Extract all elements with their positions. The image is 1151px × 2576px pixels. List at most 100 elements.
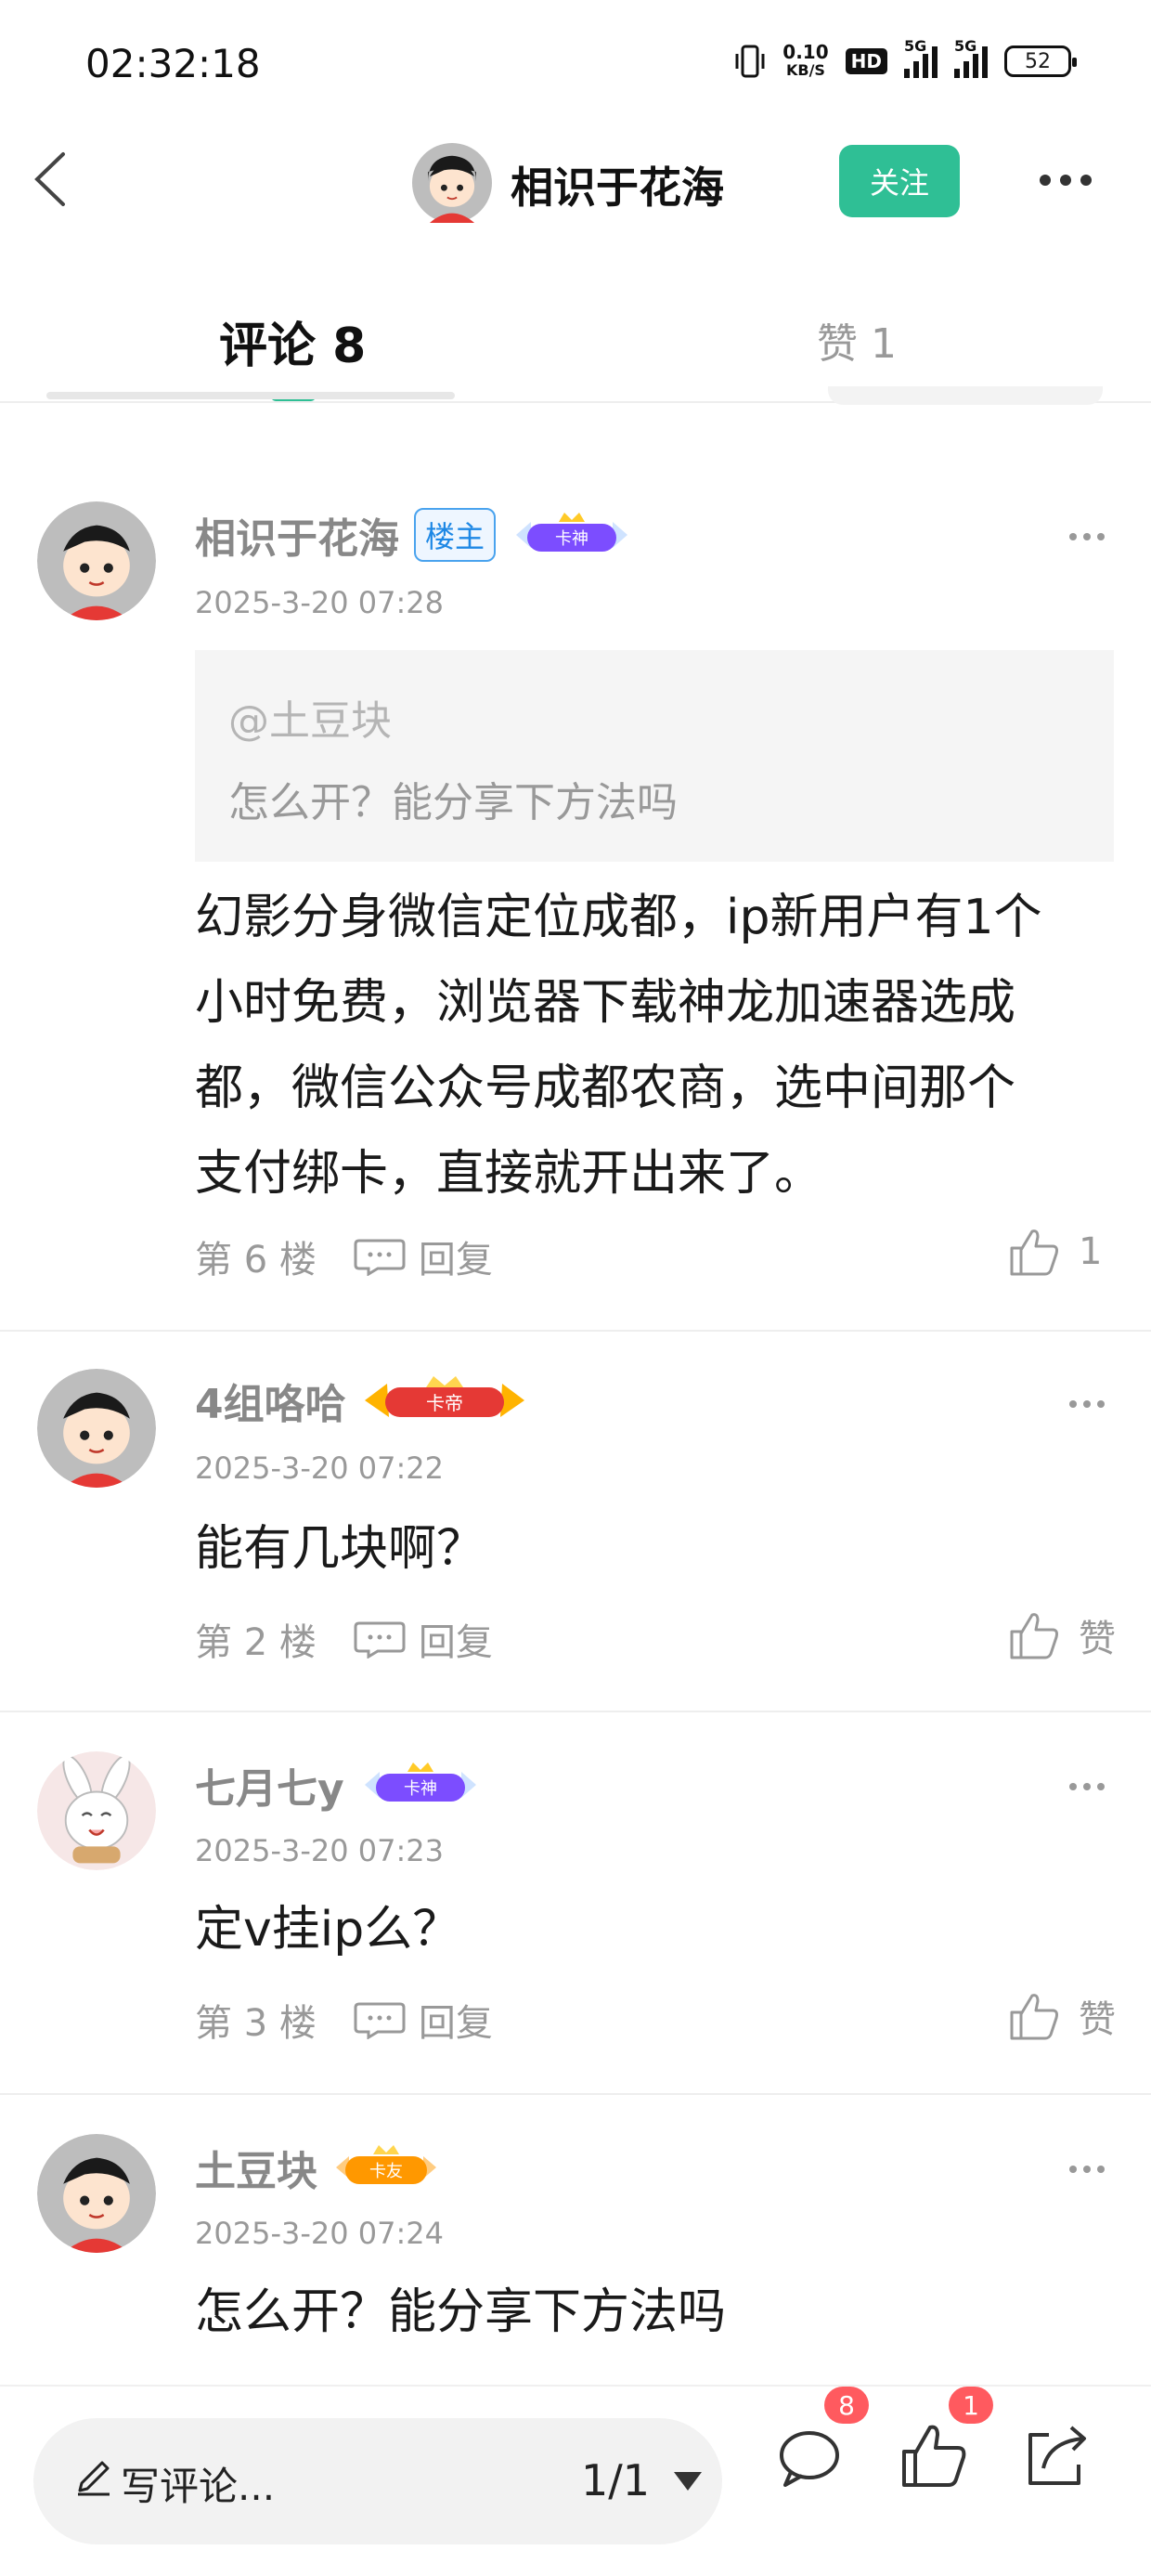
author-avatar[interactable]: [412, 143, 492, 223]
page-indicator[interactable]: 1/1: [581, 2455, 650, 2505]
like-post-button[interactable]: 1: [899, 2387, 1001, 2535]
comment-text-line: 怎么开？能分享下方法吗: [195, 2284, 727, 2340]
comment-footer: 第 6 楼 回复: [195, 1229, 493, 1283]
comment-item: 相识于花海 楼主 卡神 2025-3-20 07:28 @土豆块 怎么开？能分享…: [0, 403, 1151, 1332]
comment-footer: 第 2 楼 回复: [195, 1612, 493, 1666]
comment-time: 2025-3-20 07:23: [195, 1833, 444, 1868]
back-icon[interactable]: [28, 147, 84, 212]
pen-icon: [78, 2461, 110, 2496]
rank-badge-kashen: 卡神: [364, 1763, 476, 1802]
avatar[interactable]: [37, 501, 156, 620]
like-label: 赞: [1079, 1998, 1116, 2041]
rank-badge-kashen: 卡神: [516, 513, 628, 552]
comment-text: 定v挂ip么？: [195, 1887, 1105, 1972]
status-time: 02:32:18: [85, 41, 261, 86]
comment-item: 土豆块 卡友 2025-3-20 07:24 怎么开？能分享下方法吗: [0, 2093, 1151, 2385]
comment-text-line: 支付绑卡，直接就开出来了。: [195, 1146, 823, 1202]
quoted-user: @土豆块: [228, 697, 392, 745]
comment-item: 七月七y 卡神 2025-3-20 07:23 定v挂ip么？ 第 3 楼 回复…: [0, 1711, 1151, 2095]
comment-text-line: 小时免费，浏览器下载神龙加速器选成: [195, 975, 1016, 1031]
owner-badge: 楼主: [414, 508, 497, 562]
top-bar: 相识于花海 关注: [0, 130, 1151, 232]
rank-badge-kadi: 卡帝: [364, 1376, 524, 1417]
more-icon[interactable]: [1069, 1783, 1105, 1790]
reply-icon[interactable]: [354, 1620, 406, 1659]
reply-button[interactable]: 回复: [419, 1612, 493, 1666]
floor-number: 第 6 楼: [195, 1239, 317, 1281]
like-button[interactable]: 赞: [1008, 1608, 1116, 1662]
signal-2-label: 5G: [954, 37, 977, 55]
rank-badge-label: 卡帝: [426, 1392, 463, 1414]
comment-username[interactable]: 4组咯哈: [195, 1371, 346, 1430]
comment-header: 4组咯哈 卡帝: [195, 1371, 528, 1430]
tab-comments[interactable]: 评论 8: [219, 306, 366, 376]
comment-text-line: 都，微信公众号成都农商，选中间那个: [195, 1060, 1016, 1116]
comment-text-line: 幻影分身微信定位成都，ip新用户有1个: [195, 890, 1042, 945]
comment-text: 怎么开？能分享下方法吗: [195, 2270, 1105, 2355]
hd-badge: HD: [845, 48, 887, 74]
like-button[interactable]: 赞: [1008, 1989, 1116, 2043]
status-bar: 02:32:18 0.10 KB/S HD 5G 5G 52: [0, 0, 1151, 130]
comment-input-placeholder[interactable]: 写评论...: [121, 2455, 275, 2512]
scrolled-filter-row: [46, 384, 455, 403]
more-icon[interactable]: [1069, 533, 1105, 540]
rank-badge-kayou: 卡友: [336, 2145, 436, 2184]
more-icon[interactable]: [1069, 2166, 1105, 2173]
comment-header: 土豆块 卡友: [195, 2138, 440, 2197]
comment-header: 七月七y 卡神: [195, 1755, 482, 1815]
vibrate-icon: [735, 45, 765, 78]
bottom-bar: 写评论... 1/1 8 1: [0, 2385, 1151, 2576]
net-speed: 0.10 KB/S: [782, 43, 828, 80]
signal-2-icon: 5G: [954, 37, 988, 78]
tab-likes[interactable]: 赞 1: [817, 310, 897, 370]
comment-username[interactable]: 土豆块: [195, 2138, 317, 2197]
comment-username[interactable]: 相识于花海: [195, 505, 399, 565]
reply-icon[interactable]: [354, 2000, 406, 2039]
comment-text-line: 定v挂ip么？: [195, 1902, 461, 1958]
comment-input[interactable]: 写评论... 1/1: [33, 2418, 722, 2544]
like-count-badge: 1: [949, 2387, 993, 2424]
like-count: 1: [1079, 1230, 1103, 1273]
share-icon[interactable]: [1021, 2420, 1093, 2492]
like-icon[interactable]: [899, 2420, 971, 2492]
comment-icon[interactable]: [774, 2420, 847, 2492]
avatar[interactable]: [37, 1751, 156, 1870]
more-icon[interactable]: [1069, 1400, 1105, 1408]
comment-count-button[interactable]: 8: [774, 2387, 876, 2535]
rank-badge-label: 卡神: [404, 1779, 437, 1799]
like-button[interactable]: 1: [1008, 1226, 1102, 1278]
net-speed-unit: KB/S: [785, 61, 825, 79]
floor-number: 第 3 楼: [195, 2002, 317, 2045]
comment-footer: 第 3 楼 回复: [195, 1993, 493, 2047]
like-icon[interactable]: [1008, 1990, 1060, 2042]
rank-badge-label: 卡友: [369, 2162, 403, 2181]
comment-time: 2025-3-20 07:28: [195, 585, 444, 620]
quoted-text: 怎么开？能分享下方法吗: [228, 779, 678, 826]
scrolled-sort-toggle: [828, 386, 1103, 405]
avatar[interactable]: [37, 2134, 156, 2253]
follow-button[interactable]: 关注: [839, 145, 960, 217]
comment-item: 4组咯哈 卡帝 2025-3-20 07:22 能有几块啊？ 第 2 楼 回复 …: [0, 1330, 1151, 1712]
tab-bar: 评论 8 赞 1: [0, 279, 1151, 405]
author-name[interactable]: 相识于花海: [511, 154, 724, 215]
comment-text: 能有几块啊？: [195, 1506, 1105, 1592]
like-icon[interactable]: [1008, 1609, 1060, 1661]
comment-text-line: 能有几块啊？: [195, 1521, 485, 1577]
floor-number: 第 2 楼: [195, 1621, 317, 1664]
comment-header: 相识于花海 楼主 卡神: [195, 505, 633, 565]
comment-username[interactable]: 七月七y: [195, 1755, 344, 1815]
reply-button[interactable]: 回复: [419, 1229, 493, 1283]
comment-time: 2025-3-20 07:24: [195, 2216, 444, 2251]
battery-icon: 52: [1004, 46, 1077, 77]
avatar[interactable]: [37, 1369, 156, 1488]
reply-button[interactable]: 回复: [419, 1993, 493, 2047]
signal-1-label: 5G: [904, 37, 927, 55]
more-icon[interactable]: [1040, 175, 1092, 186]
comment-count-badge: 8: [824, 2387, 869, 2424]
quoted-comment: @土豆块 怎么开？能分享下方法吗: [195, 650, 1114, 862]
reply-icon[interactable]: [354, 1237, 406, 1276]
dropdown-caret-icon[interactable]: [672, 2470, 704, 2492]
like-icon[interactable]: [1008, 1226, 1060, 1278]
status-icons: 0.10 KB/S HD 5G 5G 52: [734, 37, 1077, 80]
comment-time: 2025-3-20 07:22: [195, 1451, 444, 1486]
